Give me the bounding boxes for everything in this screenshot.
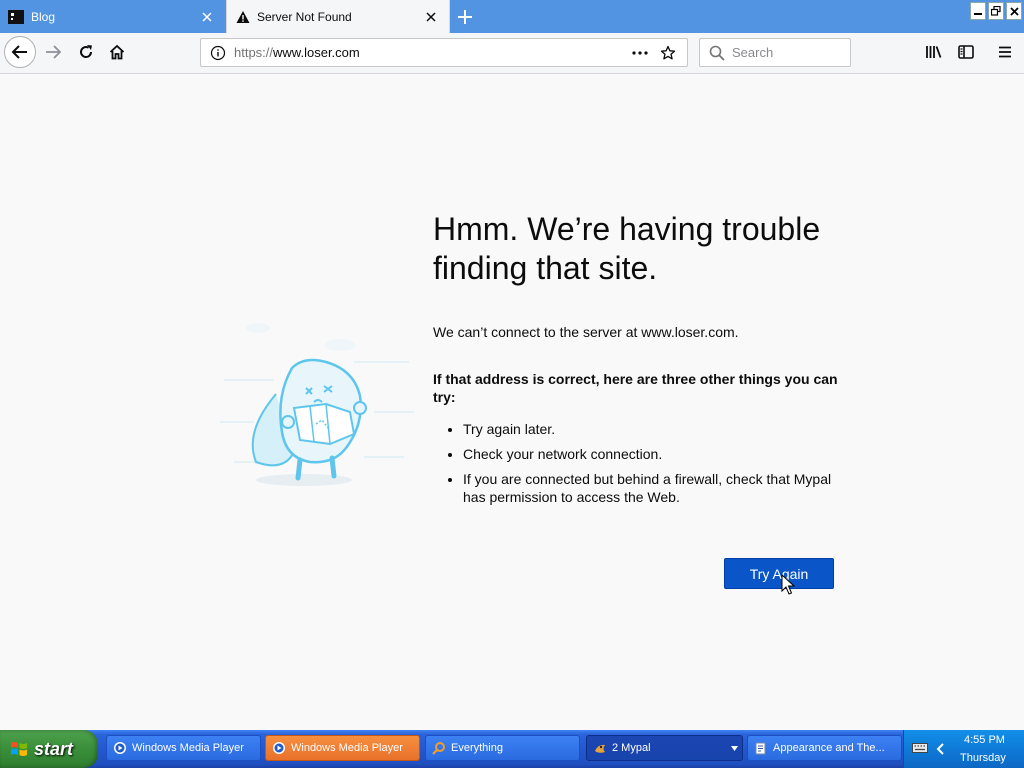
taskbar-button-windows-media-player[interactable]: Windows Media Player: [106, 735, 261, 761]
reload-button[interactable]: [75, 41, 97, 63]
library-icon: [926, 46, 942, 58]
library-button[interactable]: [923, 41, 945, 63]
restore-icon: [991, 6, 1001, 16]
list-item: If you are connected but behind a firewa…: [463, 470, 838, 506]
search-placeholder: Search: [732, 45, 774, 60]
suggestions-heading: If that address is correct, here are thr…: [433, 371, 838, 405]
list-item: Check your network connection.: [463, 445, 838, 463]
mypal-icon: [595, 744, 605, 753]
clock-time[interactable]: 4:55 PM: [964, 734, 1005, 746]
tab-blog[interactable]: Blog: [0, 0, 225, 33]
search-icon: [709, 45, 725, 61]
arrow-right-icon: [46, 45, 61, 59]
search-input[interactable]: Search: [699, 38, 851, 67]
taskbar-button-appearance-and-themes[interactable]: Appearance and The...: [747, 735, 902, 761]
forward-button[interactable]: [42, 41, 64, 63]
error-short-description: We can’t connect to the server at www.lo…: [433, 324, 739, 340]
system-tray: 4:55 PM Thursday: [903, 730, 1024, 768]
minimize-button[interactable]: [970, 2, 986, 20]
media-player-icon: [273, 742, 285, 754]
navigation-toolbar: https://www.loser.com Search: [0, 33, 1024, 74]
sidebar-icon: [958, 45, 974, 59]
tab-title: Server Not Found: [257, 9, 352, 24]
taskbar-button-windows-media-player-active[interactable]: Windows Media Player: [265, 735, 420, 761]
list-item: Try again later.: [463, 420, 838, 438]
show-hidden-icons-icon[interactable]: [935, 742, 947, 756]
arrow-left-icon: [11, 45, 27, 59]
start-button[interactable]: start: [0, 730, 98, 768]
taskbar: start Windows Media Player Windows Media…: [0, 730, 1024, 768]
new-tab-button[interactable]: [455, 7, 475, 27]
keyboard-icon[interactable]: [912, 742, 928, 754]
blog-favicon-icon: [8, 9, 24, 24]
home-button[interactable]: [106, 41, 128, 63]
mouse-pointer-icon: [781, 574, 795, 595]
home-icon: [109, 44, 125, 60]
control-panel-icon: [755, 742, 766, 755]
windows-logo-icon: [11, 742, 27, 756]
plus-icon: [458, 10, 472, 24]
close-window-button[interactable]: [1006, 2, 1022, 20]
tab-server-not-found[interactable]: Server Not Found: [226, 0, 450, 33]
minimize-icon: [974, 13, 982, 15]
close-icon: [1009, 6, 1019, 16]
hamburger-menu-icon: [999, 46, 1011, 58]
close-tab-icon[interactable]: [423, 9, 439, 25]
taskbar-button-mypal-group[interactable]: 2 Mypal: [586, 735, 743, 761]
error-title: Hmm. We’re having trouble finding that si…: [433, 211, 821, 286]
tab-strip: Blog Server Not Found: [0, 0, 1024, 33]
url-text[interactable]: https://www.loser.com: [234, 45, 631, 60]
taskbar-button-everything[interactable]: Everything: [425, 735, 580, 761]
try-again-button[interactable]: Try Again: [724, 558, 834, 589]
media-player-icon: [114, 742, 126, 754]
menu-button[interactable]: [994, 41, 1016, 63]
reload-icon: [80, 45, 93, 58]
suggestions-list: Try again later. Check your network conn…: [433, 420, 838, 506]
tab-title: Blog: [31, 9, 56, 24]
window-controls: [970, 2, 1022, 20]
magnifier-icon: [432, 742, 445, 755]
back-button[interactable]: [4, 36, 36, 68]
error-message-container: Hmm. We’re having trouble finding that si…: [433, 210, 838, 513]
warning-icon: [236, 10, 250, 24]
start-label: start: [34, 738, 74, 759]
bookmark-star-icon[interactable]: [659, 45, 677, 61]
dropdown-arrow-icon: [731, 746, 738, 751]
url-bar[interactable]: https://www.loser.com: [200, 38, 688, 67]
site-info-icon[interactable]: [210, 45, 226, 61]
lost-monster-illustration: [220, 323, 414, 486]
restore-button[interactable]: [988, 2, 1004, 20]
page-actions-icon[interactable]: [631, 50, 649, 55]
clock-day[interactable]: Thursday: [960, 752, 1006, 764]
close-tab-icon[interactable]: [199, 9, 215, 25]
sidebar-button[interactable]: [955, 41, 977, 63]
